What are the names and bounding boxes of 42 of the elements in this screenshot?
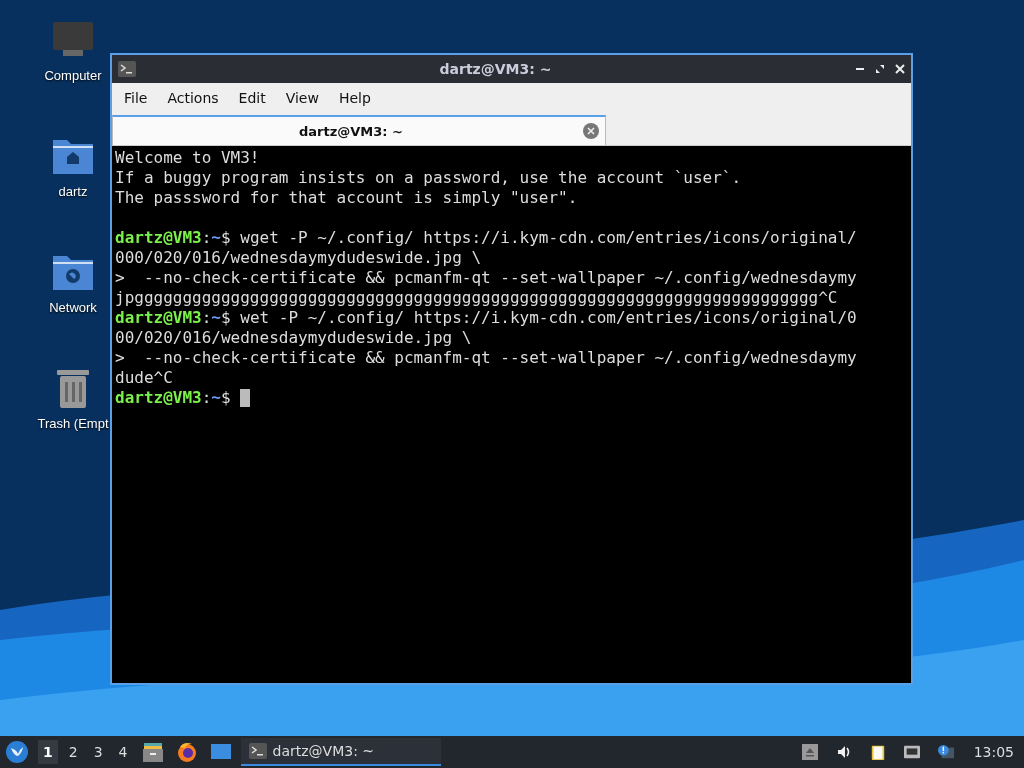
terminal-line: If a buggy program insists on a password, use the account `user`. (115, 168, 743, 188)
menu-item[interactable]: File (114, 88, 158, 108)
menu-item[interactable]: Help (328, 88, 381, 108)
browser-icon[interactable] (175, 741, 198, 763)
terminal-line: The passsword for that account is simply "user". (115, 188, 579, 208)
workspace-button[interactable]: 1 (38, 740, 58, 764)
menu-item[interactable]: Actions (157, 88, 229, 108)
terminal-area[interactable] (112, 146, 911, 683)
window-title: dartz@VM3: ~ (438, 61, 553, 77)
terminal-line: dartz@VM3:~$ wet -P ~/.config/ https://i.kym-cdn.com/entries/icons/original/0 (115, 308, 857, 328)
taskbar-window-button[interactable]: dartz@VM3: ~ (240, 738, 441, 766)
clipboard-icon[interactable] (869, 744, 886, 760)
maximize-icon[interactable] (875, 64, 885, 74)
terminal-line: > --no-check-certificate && pcmanfm-qt --set-wallpaper ~/.config/wednesdaymy (115, 268, 858, 288)
file-cabinet-icon[interactable] (141, 741, 164, 763)
terminal-line: Welcome to VM3! (115, 148, 261, 168)
close-tab-icon[interactable] (583, 123, 599, 139)
clock[interactable]: 13:05 (973, 744, 1014, 760)
network-icon[interactable] (903, 744, 920, 760)
terminal-line: jpggggggggggggggggggggggggggggggggggggggggggggggggggggggggggggggggggggggg^C (115, 288, 839, 308)
terminal-icon (248, 743, 267, 759)
terminal-tab[interactable]: dartz@VM3: ~ (112, 115, 606, 145)
eject-icon[interactable] (801, 744, 818, 760)
terminal-line: 000/020/016/wednesdaymydudeswide.jpg \ (115, 248, 483, 268)
workspace-button[interactable]: 3 (88, 740, 108, 764)
menu-item[interactable]: View (275, 88, 329, 108)
desktop-icon-label[interactable]: Network (49, 300, 97, 315)
desktop-icon-label[interactable]: Trash (Empt (37, 416, 109, 431)
workspace-button[interactable]: 2 (63, 740, 83, 764)
desktop-icon-label[interactable]: dartz (58, 184, 88, 199)
terminal-line: dartz@VM3:~$ wget -P ~/.config/ https://i.kym-cdn.com/entries/icons/original/ (115, 228, 857, 248)
terminal-line: > --no-check-certificate && pcmanfm-qt --set-wallpaper ~/.config/wednesdaymy (115, 348, 858, 368)
workspace-button[interactable]: 4 (113, 740, 133, 764)
terminal-line: dartz@VM3:~$ (115, 388, 232, 408)
close-icon[interactable] (895, 64, 905, 74)
terminal-icon (118, 61, 136, 77)
notification-icon[interactable] (937, 744, 954, 760)
terminal-line: 00/020/016/wednesdaymydudeswide.jpg \ (115, 328, 473, 348)
volume-icon[interactable] (835, 744, 852, 760)
desktop-icon-label[interactable]: Computer (44, 68, 102, 83)
terminal-line: dude^C (115, 368, 174, 388)
menu-item[interactable]: Edit (228, 88, 276, 108)
